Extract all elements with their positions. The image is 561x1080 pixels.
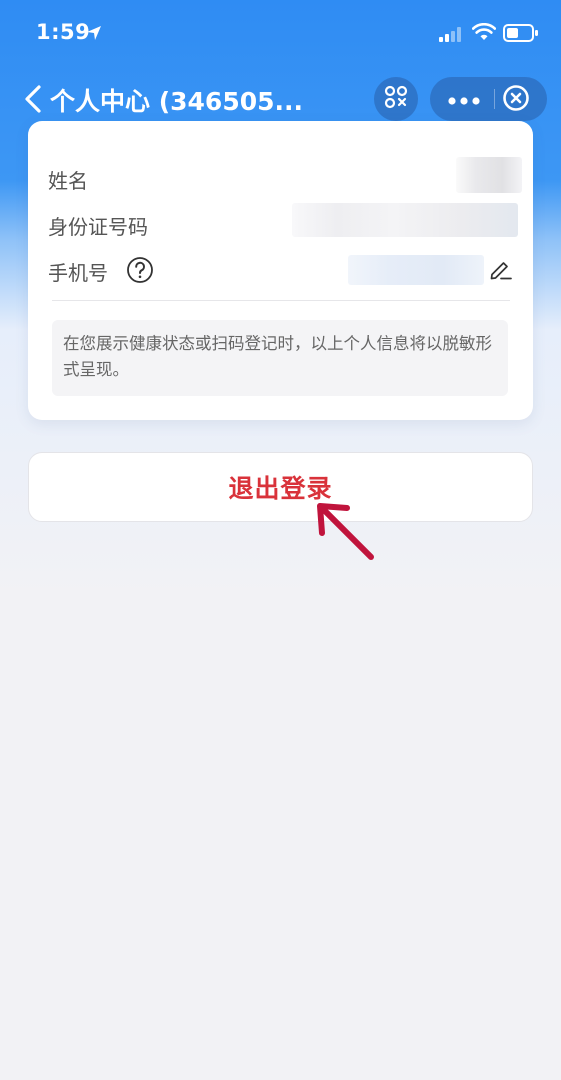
mini-program-capsule (430, 77, 547, 121)
annotation-arrow-icon (314, 500, 380, 568)
id-number-label: 身份证号码 (48, 215, 148, 239)
location-arrow-icon (86, 25, 102, 45)
profile-info-card: 姓名 身份证号码 手机号 在您展示健康状态或扫码登记时，以上个人信息将以脱敏形式… (28, 121, 533, 420)
capsule-divider (494, 89, 495, 109)
battery-icon (503, 23, 539, 47)
logout-button[interactable]: 退出登录 (28, 452, 533, 522)
more-dots-icon (447, 90, 481, 109)
help-question-icon[interactable] (126, 256, 154, 288)
close-circle-icon (502, 84, 530, 116)
status-time: 1:59 (36, 20, 91, 44)
back-chevron-icon[interactable] (22, 84, 44, 118)
card-divider (52, 300, 510, 301)
more-button[interactable] (444, 85, 484, 113)
close-button[interactable] (501, 85, 531, 115)
id-number-value-blurred (292, 203, 518, 237)
phone-label: 手机号 (48, 261, 108, 285)
name-label: 姓名 (48, 169, 88, 193)
privacy-notice-box: 在您展示健康状态或扫码登记时，以上个人信息将以脱敏形式呈现。 (52, 320, 508, 396)
name-value-blurred (456, 157, 522, 193)
phone-value-blurred (348, 255, 484, 285)
nav-bar: 个人中心 (346505... (0, 74, 561, 124)
cellular-signal-icon (439, 26, 465, 46)
edit-pencil-icon[interactable] (489, 259, 513, 285)
privacy-notice-text: 在您展示健康状态或扫码登记时，以上个人信息将以脱敏形式呈现。 (63, 334, 492, 379)
wifi-icon (471, 22, 497, 45)
scan-button[interactable] (374, 77, 418, 121)
status-bar: 1:59 (0, 0, 561, 68)
page-title: 个人中心 (346505... (50, 87, 303, 116)
scan-icon (383, 84, 409, 114)
